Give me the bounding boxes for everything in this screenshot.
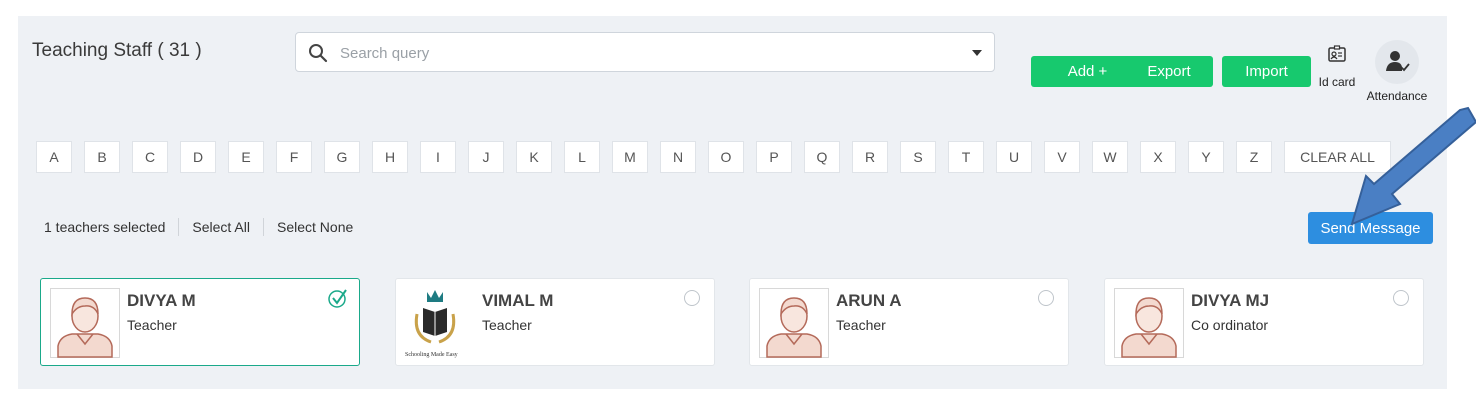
letter-z[interactable]: Z bbox=[1236, 141, 1272, 173]
letter-v[interactable]: V bbox=[1044, 141, 1080, 173]
select-none-link[interactable]: Select None bbox=[277, 219, 353, 235]
letter-o[interactable]: O bbox=[708, 141, 744, 173]
staff-card[interactable]: ARUN A Teacher bbox=[749, 278, 1069, 366]
staff-card[interactable]: Schooling Made Easy VIMAL M Teacher bbox=[395, 278, 715, 366]
person-avatar-icon bbox=[50, 288, 120, 358]
staff-name: VIMAL M bbox=[482, 291, 554, 310]
id-card-label: Id card bbox=[1318, 75, 1356, 89]
annotation-arrow-icon bbox=[1350, 106, 1476, 226]
letter-f[interactable]: F bbox=[276, 141, 312, 173]
export-button[interactable]: Export bbox=[1125, 56, 1213, 87]
person-avatar-icon bbox=[1114, 288, 1184, 358]
divider bbox=[178, 218, 180, 236]
letter-g[interactable]: G bbox=[324, 141, 360, 173]
select-all-link[interactable]: Select All bbox=[192, 219, 250, 235]
letter-r[interactable]: R bbox=[852, 141, 888, 173]
letter-j[interactable]: J bbox=[468, 141, 504, 173]
letter-h[interactable]: H bbox=[372, 141, 408, 173]
letter-u[interactable]: U bbox=[996, 141, 1032, 173]
selection-bar: 1 teachers selected Select All Select No… bbox=[44, 218, 353, 236]
letter-b[interactable]: B bbox=[84, 141, 120, 173]
letter-w[interactable]: W bbox=[1092, 141, 1128, 173]
letter-y[interactable]: Y bbox=[1188, 141, 1224, 173]
search-bar[interactable] bbox=[295, 32, 995, 72]
letter-k[interactable]: K bbox=[516, 141, 552, 173]
letter-t[interactable]: T bbox=[948, 141, 984, 173]
page-title: Teaching Staff ( 31 ) bbox=[32, 40, 202, 61]
search-icon bbox=[308, 43, 328, 68]
letter-n[interactable]: N bbox=[660, 141, 696, 173]
letter-x[interactable]: X bbox=[1140, 141, 1176, 173]
alphabet-filter: A B C D E F G H I J K L M N O P Q R S T … bbox=[36, 141, 1391, 173]
svg-text:Schooling Made Easy: Schooling Made Easy bbox=[405, 352, 458, 358]
staff-role: Co ordinator bbox=[1191, 317, 1269, 333]
letter-d[interactable]: D bbox=[180, 141, 216, 173]
select-radio[interactable] bbox=[1393, 290, 1409, 306]
attendance-tool[interactable]: Attendance bbox=[1362, 40, 1432, 103]
select-radio[interactable] bbox=[1038, 290, 1054, 306]
letter-e[interactable]: E bbox=[228, 141, 264, 173]
letter-m[interactable]: M bbox=[612, 141, 648, 173]
letter-l[interactable]: L bbox=[564, 141, 600, 173]
staff-role: Teacher bbox=[836, 317, 886, 333]
letter-i[interactable]: I bbox=[420, 141, 456, 173]
staff-name: DIVYA MJ bbox=[1191, 291, 1270, 310]
staff-name: ARUN A bbox=[836, 291, 902, 310]
chevron-down-icon[interactable] bbox=[972, 50, 982, 56]
attendance-icon bbox=[1375, 40, 1419, 87]
search-input[interactable] bbox=[338, 41, 942, 65]
id-card-icon bbox=[1327, 45, 1347, 67]
letter-s[interactable]: S bbox=[900, 141, 936, 173]
staff-role: Teacher bbox=[127, 317, 177, 333]
school-logo-icon: Schooling Made Easy bbox=[403, 284, 481, 362]
select-radio[interactable] bbox=[684, 290, 700, 306]
staff-name: DIVYA M bbox=[127, 291, 196, 310]
staff-card[interactable]: DIVYA MJ Co ordinator bbox=[1104, 278, 1424, 366]
letter-c[interactable]: C bbox=[132, 141, 168, 173]
letter-q[interactable]: Q bbox=[804, 141, 840, 173]
letter-p[interactable]: P bbox=[756, 141, 792, 173]
staff-role: Teacher bbox=[482, 317, 532, 333]
letter-a[interactable]: A bbox=[36, 141, 72, 173]
selected-count: 1 teachers selected bbox=[44, 219, 166, 235]
checked-icon[interactable] bbox=[327, 287, 349, 314]
divider bbox=[263, 218, 264, 236]
import-button[interactable]: Import bbox=[1222, 56, 1311, 87]
person-avatar-icon bbox=[759, 288, 829, 358]
staff-card[interactable]: DIVYA M Teacher bbox=[40, 278, 360, 366]
id-card-tool[interactable]: Id card bbox=[1316, 44, 1358, 89]
